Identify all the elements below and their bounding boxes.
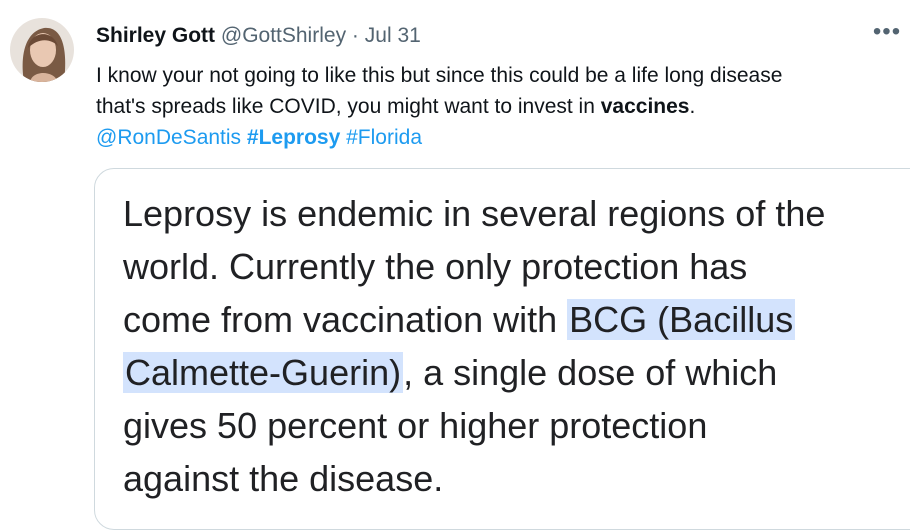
card-text-segment: come from vaccination with [123,299,568,340]
author-name[interactable]: Shirley Gott [96,24,215,47]
card-line: come from vaccination with BCG (Bacillus [123,293,910,346]
tweet-header: Shirley Gott @GottShirley · Jul 31 [96,22,421,50]
tweet-text-segment: that's spreads like COVID, you might wan… [96,95,601,118]
card-line: against the disease. [123,458,444,499]
avatar[interactable] [10,18,74,82]
more-icon[interactable]: ••• [868,18,906,52]
tweet-tags: @RonDeSantis #Leprosy #Florida [96,122,906,153]
tweet-text: I know your not going to like this but s… [96,60,906,153]
avatar-image [10,18,74,82]
hashtag-link[interactable]: #Leprosy [247,126,340,149]
card-line: Leprosy is endemic in several regions of… [123,193,826,234]
highlighted-text: Calmette-Guerin) [123,352,404,393]
separator-dot: · [351,24,359,47]
tweet-text-line: that's spreads like COVID, you might wan… [96,91,906,122]
tweet-text-segment: . [689,95,696,118]
highlighted-text: BCG (Bacillus [567,299,796,340]
mention-link[interactable]: @RonDeSantis [96,126,241,149]
tweet-date[interactable]: Jul 31 [365,24,421,47]
tweet-text-bold: vaccines [600,95,690,118]
tweet-text-line: I know your not going to like this but s… [96,64,783,87]
author-handle[interactable]: @GottShirley [221,24,346,47]
card-line: Calmette-Guerin), a single dose of which [123,346,910,399]
card-text-segment: , a single dose of which [403,352,778,393]
image-card[interactable]: Leprosy is endemic in several regions of… [94,168,910,530]
card-text: Leprosy is endemic in several regions of… [123,187,910,505]
card-line: world. Currently the only protection has [123,246,748,287]
hashtag-link[interactable]: #Florida [346,126,422,149]
card-line: gives 50 percent or higher protection [123,405,708,446]
